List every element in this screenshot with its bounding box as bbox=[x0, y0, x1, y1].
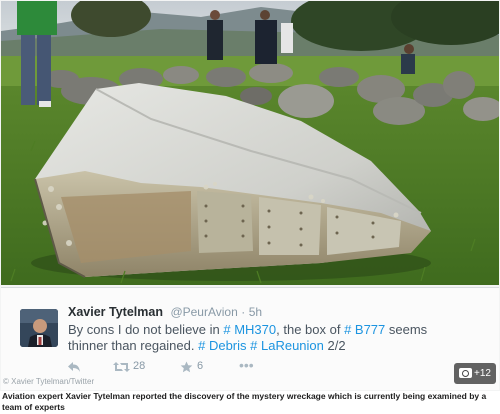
wreckage-photo bbox=[1, 1, 499, 285]
retweet-count: 28 bbox=[133, 360, 146, 372]
hashtag-lareunion[interactable]: # LaReunion bbox=[250, 338, 324, 353]
wreckage-photo-illustration bbox=[1, 1, 499, 285]
tweet-text-part: By cons I do not believe in bbox=[68, 322, 224, 337]
reply-icon[interactable] bbox=[67, 361, 81, 376]
hashtag-debris[interactable]: # Debris bbox=[198, 338, 246, 353]
favorite-count: 6 bbox=[197, 360, 204, 372]
more-icon[interactable]: ••• bbox=[239, 357, 254, 373]
author-handle[interactable]: @PeurAvion bbox=[170, 305, 237, 319]
camera-icon bbox=[459, 368, 472, 378]
tweet-text-part: , the box of bbox=[276, 322, 345, 337]
photo-count-badge[interactable]: +12 bbox=[454, 363, 496, 384]
image-caption: Aviation expert Xavier Tytelman reported… bbox=[2, 391, 487, 412]
tweet-timestamp[interactable]: 5h bbox=[249, 305, 262, 319]
avatar[interactable] bbox=[20, 309, 58, 347]
retweet-icon[interactable] bbox=[113, 361, 130, 376]
author-name[interactable]: Xavier Tytelman bbox=[68, 305, 163, 319]
photo-count: +12 bbox=[474, 368, 491, 379]
tweet-text-part: 2/2 bbox=[323, 338, 346, 353]
hashtag-mh370[interactable]: # MH370 bbox=[223, 322, 276, 337]
image-credit: © Xavier Tytelman/Twitter bbox=[3, 377, 95, 386]
tweet-author-line: Xavier Tytelman @PeurAvion · 5h bbox=[68, 305, 262, 319]
tweet-text: By cons I do not believe in # MH370, the… bbox=[68, 322, 468, 354]
favorite-icon[interactable] bbox=[180, 361, 193, 376]
hashtag-b777[interactable]: # B777 bbox=[344, 322, 385, 337]
embedded-tweet: Xavier Tytelman @PeurAvion · 5h By cons … bbox=[1, 287, 499, 390]
avatar-image bbox=[20, 309, 58, 347]
separator: · bbox=[241, 305, 246, 319]
person-green-shirt bbox=[17, 1, 57, 107]
